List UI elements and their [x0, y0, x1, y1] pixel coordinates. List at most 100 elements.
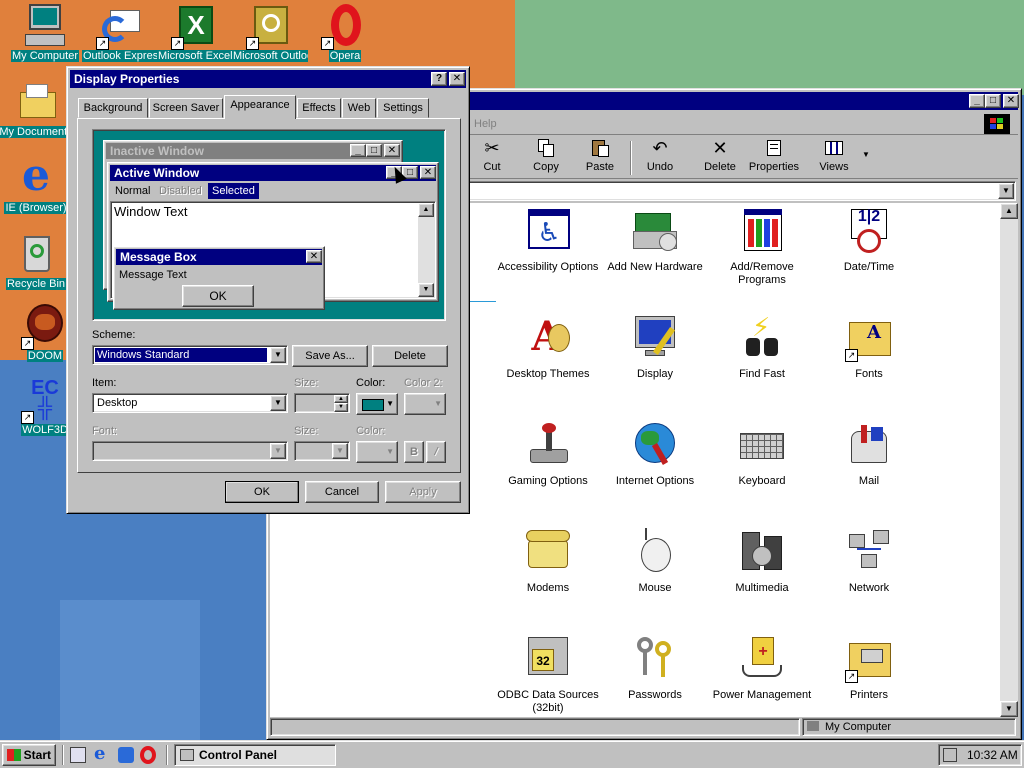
cp-item-keyboard[interactable]: Keyboard	[707, 421, 817, 488]
scheme-select[interactable]: Windows Standard ▼	[92, 345, 288, 365]
start-button[interactable]: Start	[2, 744, 56, 766]
ok-button[interactable]: OK	[225, 481, 299, 503]
scroll-up-arrow-icon[interactable]: ▲	[1000, 203, 1018, 219]
item-label: Item:	[92, 377, 117, 389]
address-dropdown-arrow-icon[interactable]: ▼	[998, 183, 1014, 199]
cp-item-find-fast[interactable]: ⚡ Find Fast	[707, 314, 817, 381]
minimize-button[interactable]: _	[969, 94, 985, 108]
italic-button[interactable]: /	[426, 441, 446, 463]
chevron-down-icon[interactable]: ▼	[332, 443, 348, 459]
spin-up-icon[interactable]: ▲	[334, 395, 348, 403]
cp-item-date-time[interactable]: 1|2 Date/Time	[814, 207, 924, 274]
cp-item-internet-options[interactable]: Internet Options	[600, 421, 710, 488]
close-button[interactable]: ✕	[449, 72, 465, 86]
views-dropdown-arrow-icon[interactable]: ▼	[862, 150, 870, 159]
maximize-button[interactable]: □	[985, 94, 1001, 108]
cp-item-odbc[interactable]: 32 ODBC Data Sources (32bit)	[493, 635, 603, 715]
toolbar-paste-button[interactable]: Paste	[575, 138, 625, 173]
cp-item-network[interactable]: Network	[814, 528, 924, 595]
tab-label: Background	[83, 102, 143, 114]
shortcut-arrow-icon: ↗	[21, 337, 34, 350]
preview-message-box[interactable]: Message Box ✕ Message Text OK	[113, 246, 325, 310]
taskbar-task-label: Control Panel	[199, 748, 278, 762]
cp-item-label: Passwords	[628, 689, 682, 701]
tab-effects[interactable]: Effects	[297, 98, 341, 118]
apply-button[interactable]: Apply	[385, 481, 461, 503]
cp-item-multimedia[interactable]: Multimedia	[707, 528, 817, 595]
delete-button[interactable]: Delete	[372, 345, 448, 367]
tab-screen-saver[interactable]: Screen Saver	[149, 98, 223, 118]
vertical-scrollbar[interactable]: ▲ ▼	[1000, 203, 1018, 717]
menu-help[interactable]: Help	[474, 118, 497, 130]
cp-item-label: ODBC Data Sources (32bit)	[497, 689, 599, 714]
cp-item-desktop-themes[interactable]: A Desktop Themes	[493, 314, 603, 381]
scheme-label: Scheme:	[92, 329, 136, 341]
copy-icon	[535, 138, 557, 158]
toolbar-views-button[interactable]: Views	[809, 138, 859, 173]
cancel-button[interactable]: Cancel	[305, 481, 379, 503]
calendar-clock-icon: 1|2	[845, 207, 893, 255]
font-size-select[interactable]: ▼	[294, 441, 350, 461]
save-as-button[interactable]: Save As...	[292, 345, 368, 367]
item-select[interactable]: Desktop ▼	[92, 393, 288, 413]
toolbar-delete-button[interactable]: ✕ Delete	[695, 138, 745, 173]
desktop-icon-label: DOOM	[26, 350, 64, 362]
cp-item-accessibility-options[interactable]: ♿ Accessibility Options	[493, 207, 603, 274]
close-button[interactable]: ✕	[1003, 94, 1019, 108]
toolbar-properties-button[interactable]: Properties	[743, 138, 805, 173]
desktop-icon-my-computer[interactable]: My Computer	[7, 2, 83, 65]
cp-item-mouse[interactable]: Mouse	[600, 528, 710, 595]
toolbar-copy-button[interactable]: Copy	[521, 138, 571, 173]
desktop-icon-outlook[interactable]: ↗ Microsoft Outlook	[232, 2, 308, 65]
tab-appearance[interactable]: Appearance	[224, 95, 296, 119]
color-picker-button[interactable]: ▼	[356, 393, 398, 415]
font-select[interactable]: ▼	[92, 441, 288, 461]
fonts-folder-icon: A ↗	[845, 314, 893, 362]
desktop-icon-recycle-bin[interactable]: Recycle Bin	[0, 230, 74, 293]
scheduler-icon[interactable]	[943, 748, 957, 762]
cp-item-display[interactable]: Display	[600, 314, 710, 381]
desktop-icon-excel[interactable]: X ↗ Microsoft Excel	[157, 2, 233, 65]
tab-background[interactable]: Background	[78, 98, 148, 118]
cp-item-gaming-options[interactable]: Gaming Options	[493, 421, 603, 488]
cp-item-power-management[interactable]: + Power Management	[707, 635, 817, 702]
cp-item-mail[interactable]: Mail	[814, 421, 924, 488]
preview-menu-selected: Selected	[208, 183, 259, 199]
cp-item-add-remove-programs[interactable]: Add/Remove Programs	[707, 207, 817, 287]
cp-item-fonts[interactable]: A ↗ Fonts	[814, 314, 924, 381]
display-properties-titlebar[interactable]: Display Properties	[70, 70, 466, 88]
help-button[interactable]: ?	[431, 72, 447, 86]
font-color-button[interactable]: ▼	[356, 441, 398, 463]
chevron-down-icon[interactable]: ▼	[270, 347, 286, 363]
toolbar-cut-button[interactable]: ✂ Cut	[467, 138, 517, 173]
taskbar: Start e Control Panel 10:32 AM	[0, 740, 1024, 768]
size-spinner[interactable]: ▲ ▼	[294, 393, 350, 413]
chevron-down-icon[interactable]: ▼	[270, 443, 286, 459]
desktop-icon-opera[interactable]: ↗ Opera	[307, 2, 383, 65]
bold-button[interactable]: B	[404, 441, 424, 463]
scroll-down-arrow-icon[interactable]: ▼	[1000, 701, 1018, 717]
internet-explorer-icon[interactable]: e	[94, 745, 112, 763]
show-desktop-icon[interactable]	[70, 747, 86, 763]
desktop-icon-ie[interactable]: e IE (Browser)	[0, 154, 74, 217]
chevron-down-icon[interactable]: ▼	[270, 395, 286, 411]
desktop-icon-my-documents[interactable]: My Documents	[0, 78, 74, 141]
tab-web[interactable]: Web	[342, 98, 376, 118]
desktop-icon-label: Opera	[328, 50, 362, 62]
clock[interactable]: 10:32 AM	[967, 748, 1018, 762]
spin-down-icon[interactable]: ▼	[334, 403, 348, 412]
windows-logo-icon	[7, 749, 21, 761]
taskbar-task-control-panel[interactable]: Control Panel	[174, 744, 336, 766]
cp-item-label: Accessibility Options	[497, 261, 599, 273]
cp-item-add-new-hardware[interactable]: Add New Hardware	[600, 207, 710, 274]
toolbar-undo-button[interactable]: ↶ Undo	[635, 138, 685, 173]
color2-picker-button[interactable]: ▼	[404, 393, 446, 415]
cp-item-passwords[interactable]: Passwords	[600, 635, 710, 702]
tab-settings[interactable]: Settings	[377, 98, 429, 118]
desktop-icon-outlook-express[interactable]: ↗ Outlook Express	[82, 2, 158, 65]
appearance-preview[interactable]: Inactive Window _ □ ✕ Active Window _ □ …	[92, 129, 446, 321]
opera-icon[interactable]	[140, 746, 156, 764]
outlook-express-icon[interactable]	[118, 747, 134, 763]
cp-item-printers[interactable]: ↗ Printers	[814, 635, 924, 702]
cp-item-modems[interactable]: Modems	[493, 528, 603, 595]
